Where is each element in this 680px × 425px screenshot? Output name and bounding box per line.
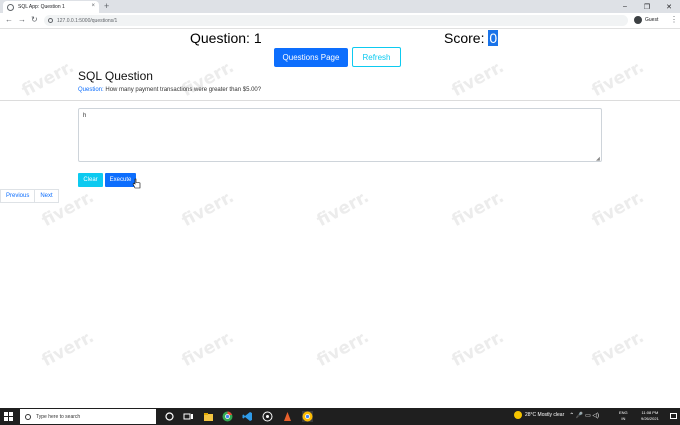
notification-icon[interactable] xyxy=(670,413,677,419)
forward-button[interactable]: → xyxy=(18,15,26,24)
questions-page-button[interactable]: Questions Page xyxy=(274,48,348,67)
score-label: Score: xyxy=(444,30,489,46)
minimize-button[interactable]: – xyxy=(614,0,636,13)
app-icon[interactable] xyxy=(282,411,293,422)
weather-text[interactable]: 28°C Mostly clear xyxy=(525,412,564,418)
search-icon xyxy=(25,413,31,420)
fiverr-watermark: fiverr. xyxy=(448,187,508,231)
pagination: Previous Next xyxy=(0,189,59,203)
taskbar: Type here to search 28°C Mostly clear ⌃ … xyxy=(0,408,680,425)
info-icon[interactable] xyxy=(48,18,53,23)
question-label: Question: xyxy=(78,87,104,93)
clock[interactable]: 11:08 PM 9/26/2021 xyxy=(641,410,659,422)
page-title: SQL Question xyxy=(78,69,153,83)
clear-button[interactable]: Clear xyxy=(78,173,103,187)
weather-moon-icon[interactable] xyxy=(514,411,522,419)
question-body: How many payment transactions were great… xyxy=(103,87,262,93)
restore-button[interactable]: ❐ xyxy=(636,0,658,13)
tray-icons[interactable]: ⌃ 🎤 ▭ ◁) xyxy=(569,412,599,419)
question-header: Question: 1 xyxy=(190,30,262,46)
file-explorer-icon[interactable] xyxy=(203,411,214,422)
clock-date: 9/26/2021 xyxy=(641,416,659,421)
browser-toolbar: ← → ↻ 127.0.0.1:5000/questions/1 Guest ⋮ xyxy=(0,13,680,29)
fiverr-watermark: fiverr. xyxy=(178,57,238,101)
fiverr-watermark: fiverr. xyxy=(588,327,648,371)
fiverr-watermark: fiverr. xyxy=(178,327,238,371)
fiverr-watermark: fiverr. xyxy=(588,187,648,231)
question-text: Question: How many payment transactions … xyxy=(78,87,261,93)
next-link[interactable]: Next xyxy=(35,189,59,203)
chrome-active-icon[interactable] xyxy=(302,411,313,422)
fiverr-watermark: fiverr. xyxy=(313,187,373,231)
chrome-icon[interactable] xyxy=(222,411,233,422)
system-tray: 28°C Mostly clear ⌃ 🎤 ▭ ◁) xyxy=(514,411,599,419)
globe-icon xyxy=(7,3,14,11)
fiverr-watermark: fiverr. xyxy=(448,327,508,371)
search-placeholder: Type here to search xyxy=(36,413,81,420)
score-display: Score: 0 xyxy=(444,30,499,46)
fiverr-watermark: fiverr. xyxy=(18,57,78,101)
tab-close-button[interactable]: × xyxy=(91,3,95,9)
avatar-icon xyxy=(634,16,642,24)
windows-start-icon[interactable] xyxy=(4,412,13,421)
cortana-icon[interactable] xyxy=(164,411,175,422)
page-content: fiverr. fiverr. fiverr. fiverr. fiverr. … xyxy=(0,29,680,409)
previous-link[interactable]: Previous xyxy=(0,189,36,203)
task-view-icon[interactable] xyxy=(183,411,194,422)
fiverr-watermark: fiverr. xyxy=(178,187,238,231)
taskbar-search-input[interactable]: Type here to search xyxy=(20,409,156,424)
new-tab-button[interactable]: + xyxy=(104,1,109,11)
lang-bottom: IN xyxy=(621,416,626,421)
sql-query-input[interactable]: h xyxy=(78,108,602,162)
url-text: 127.0.0.1:5000/questions/1 xyxy=(57,17,118,24)
tab-strip: SQL App: Question 1 × + – ❐ ✕ xyxy=(0,0,680,13)
profile-name: Guest xyxy=(645,17,659,23)
window-controls: – ❐ ✕ xyxy=(614,0,680,13)
fiverr-watermark: fiverr. xyxy=(448,57,508,101)
address-bar[interactable]: 127.0.0.1:5000/questions/1 xyxy=(44,15,628,26)
fiverr-watermark: fiverr. xyxy=(313,327,373,371)
language-indicator[interactable]: ENG IN xyxy=(619,410,628,422)
profile-button[interactable]: Guest xyxy=(634,16,658,24)
browser-tab[interactable]: SQL App: Question 1 × xyxy=(3,1,99,13)
watermark-layer: fiverr. fiverr. fiverr. fiverr. fiverr. … xyxy=(0,29,680,409)
score-value: 0 xyxy=(488,30,499,46)
fiverr-watermark: fiverr. xyxy=(38,327,98,371)
resize-handle-icon[interactable]: ◢ xyxy=(596,156,600,162)
browser-menu-icon[interactable]: ⋮ xyxy=(670,15,678,24)
github-icon[interactable] xyxy=(262,411,273,422)
close-window-button[interactable]: ✕ xyxy=(658,0,680,13)
refresh-button[interactable]: Refresh xyxy=(352,47,401,67)
hand-cursor-icon xyxy=(132,178,141,189)
vscode-icon[interactable] xyxy=(242,411,253,422)
tab-title: SQL App: Question 1 xyxy=(18,4,65,10)
fiverr-watermark: fiverr. xyxy=(588,57,648,101)
reload-button[interactable]: ↻ xyxy=(31,15,38,24)
back-button[interactable]: ← xyxy=(5,15,13,24)
divider xyxy=(0,100,680,101)
